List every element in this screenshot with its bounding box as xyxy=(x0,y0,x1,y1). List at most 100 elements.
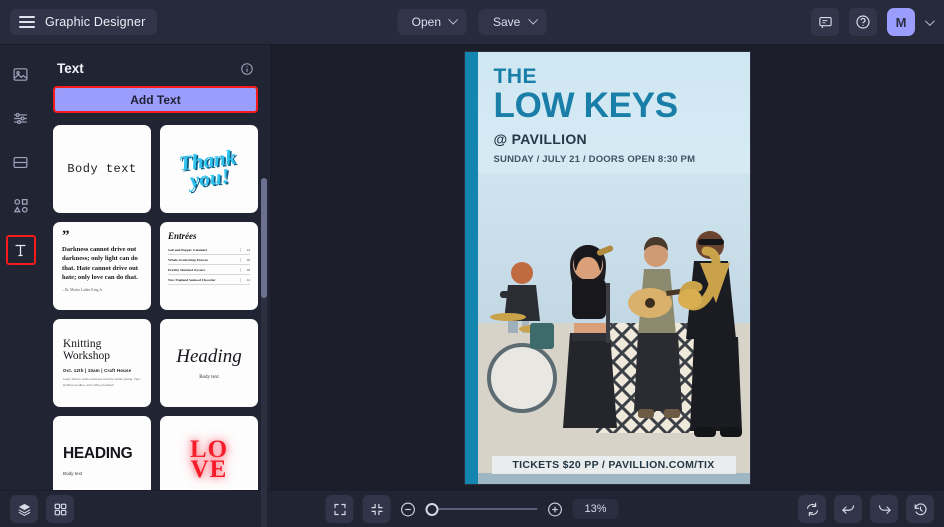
bottom-bar-inner: 13% xyxy=(10,495,934,523)
panel-header: Text xyxy=(41,45,270,86)
save-button[interactable]: Save xyxy=(479,9,547,35)
poster-canvas[interactable]: THE LOW KEYS @ PAVILLION SUNDAY / JULY 2… xyxy=(464,51,750,484)
sync-icon[interactable] xyxy=(798,495,826,523)
poster-date: SUNDAY / JULY 21 / DOORS OPEN 8:30 PM xyxy=(493,153,696,165)
info-icon[interactable] xyxy=(240,62,254,76)
avatar[interactable]: M xyxy=(887,8,915,36)
list-item[interactable]: Heading Body text xyxy=(160,319,258,407)
menu-item-price: 12 xyxy=(239,277,250,282)
poster-band-name: LOW KEYS xyxy=(493,85,679,125)
table-row: Salt and Pepper Calamari 14 xyxy=(168,245,250,255)
redo-icon[interactable] xyxy=(870,495,898,523)
table-row: Whole Grain King Prawns 16 xyxy=(168,255,250,265)
panel-scrollbar[interactable] xyxy=(261,178,267,527)
menu-card-title: Entrées xyxy=(168,231,197,241)
table-row: New England Seafood Chowder 12 xyxy=(168,275,250,285)
zoom-in-icon[interactable] xyxy=(547,501,564,518)
list-item[interactable]: LO VE xyxy=(160,416,258,490)
card-body-text: Body text xyxy=(67,162,137,176)
bold-heading: HEADING xyxy=(63,444,133,462)
sidebar-item-text[interactable] xyxy=(5,235,36,265)
menu-item-name: Freshly Shucked Oysters xyxy=(168,267,206,272)
bold-heading-body: Body text xyxy=(63,470,83,476)
menu-item-price: 16 xyxy=(239,257,250,262)
poster-tickets: TICKETS $20 PP / PAVILLION.COM/TIX xyxy=(491,455,736,474)
zoom-level-value[interactable]: 13% xyxy=(572,499,619,519)
scrollbar-thumb[interactable] xyxy=(261,178,267,298)
menu-item-name: Salt and Pepper Calamari xyxy=(168,247,207,252)
grid-icon[interactable] xyxy=(46,495,74,523)
knitting-subtitle: Oct. 12th | 10am | Craft House xyxy=(63,368,132,374)
quote-mark-icon: ” xyxy=(62,228,70,244)
list-item[interactable]: Entrées Salt and Pepper Calamari 14 Whol… xyxy=(160,222,258,310)
sidebar-item-adjustments[interactable] xyxy=(6,103,36,133)
account-chevron-down-icon[interactable] xyxy=(924,15,935,26)
fit-screen-icon[interactable] xyxy=(325,495,354,523)
knitting-title-line-1: Knitting xyxy=(63,338,102,351)
canvas-area[interactable]: THE LOW KEYS @ PAVILLION SUNDAY / JULY 2… xyxy=(270,45,944,490)
panel-title: Text xyxy=(57,61,84,76)
text-template-grid[interactable]: Body text Thank you! ” Darkness cannot d… xyxy=(41,125,270,490)
serif-heading-body: Body text xyxy=(199,375,219,380)
menu-item-name: Whole Grain King Prawns xyxy=(168,257,208,262)
sidebar-item-image[interactable] xyxy=(6,59,36,89)
bottom-right-group xyxy=(798,495,934,523)
comment-icon[interactable] xyxy=(811,8,839,36)
app-title-chip[interactable]: Graphic Designer xyxy=(10,9,158,35)
quote-attribution: – Dr. Martin Luther King Jr. xyxy=(62,287,103,292)
app-title: Graphic Designer xyxy=(45,15,146,29)
hamburger-icon[interactable] xyxy=(19,16,35,28)
help-circle-icon[interactable] xyxy=(849,8,877,36)
table-row: Freshly Shucked Oysters 18 xyxy=(168,265,250,275)
menu-item-price: 18 xyxy=(239,267,250,272)
zoom-out-icon[interactable] xyxy=(400,501,417,518)
bottom-bar: 13% xyxy=(0,490,944,527)
poster-content: THE LOW KEYS @ PAVILLION SUNDAY / JULY 2… xyxy=(477,51,750,484)
knitting-body: Learn how to craft a beloved scarf for w… xyxy=(63,377,141,387)
band-photo-illustration xyxy=(477,172,750,473)
poster-accent-stripe xyxy=(464,51,478,484)
layers-icon[interactable] xyxy=(10,495,38,523)
menu-item-price: 14 xyxy=(239,247,250,252)
sidebar-item-shapes[interactable] xyxy=(6,191,36,221)
open-button-label: Open xyxy=(411,15,441,29)
list-item[interactable]: Body text xyxy=(53,125,151,213)
knitting-title-line-2: Workshop xyxy=(63,350,110,363)
top-bar: Graphic Designer Open Save M xyxy=(0,0,944,45)
zoom-slider-handle[interactable] xyxy=(425,502,439,516)
chevron-down-icon xyxy=(448,14,459,25)
sidebar-item-layout[interactable] xyxy=(6,147,36,177)
list-item[interactable]: ” Darkness cannot drive out darkness; on… xyxy=(53,222,151,310)
zoom-slider[interactable] xyxy=(425,502,538,516)
zoom-slider-track xyxy=(425,508,538,510)
poster-band-photo: TICKETS $20 PP / PAVILLION.COM/TIX xyxy=(477,172,750,484)
love-line-2: VE xyxy=(190,456,228,483)
poster-text-block: THE LOW KEYS @ PAVILLION SUNDAY / JULY 2… xyxy=(478,52,750,173)
app-root: Graphic Designer Open Save M Text Add Te… xyxy=(0,0,944,527)
card-thank-you: Thank you! xyxy=(178,144,239,193)
poster-venue: @ PAVILLION xyxy=(493,130,587,147)
save-button-label: Save xyxy=(493,15,521,29)
serif-heading: Heading xyxy=(176,346,242,367)
shrink-icon[interactable] xyxy=(362,495,391,523)
thank-line-2: you! xyxy=(188,163,232,193)
add-text-wrap: Add Text xyxy=(41,86,270,113)
bottom-left-group xyxy=(10,495,74,523)
chevron-down-icon xyxy=(527,14,538,25)
tool-rail xyxy=(0,45,41,490)
main-body: Text Add Text Body text Thank you! ” Dar… xyxy=(0,45,944,527)
text-panel: Text Add Text Body text Thank you! ” Dar… xyxy=(41,45,270,527)
history-icon[interactable] xyxy=(906,495,934,523)
undo-icon[interactable] xyxy=(834,495,862,523)
list-item[interactable]: HEADING Body text xyxy=(53,416,151,490)
quote-text: Darkness cannot drive out darkness; only… xyxy=(62,245,139,282)
list-item[interactable]: Knitting Workshop Oct. 12th | 10am | Cra… xyxy=(53,319,151,407)
top-bar-left: Graphic Designer xyxy=(0,9,158,35)
poster-the: THE xyxy=(493,64,537,88)
zoom-controls: 13% xyxy=(325,495,619,523)
add-text-button[interactable]: Add Text xyxy=(53,86,258,113)
list-item[interactable]: Thank you! xyxy=(160,125,258,213)
open-button[interactable]: Open xyxy=(397,9,467,35)
file-menus: Open Save xyxy=(397,9,547,35)
menu-item-name: New England Seafood Chowder xyxy=(168,277,216,282)
